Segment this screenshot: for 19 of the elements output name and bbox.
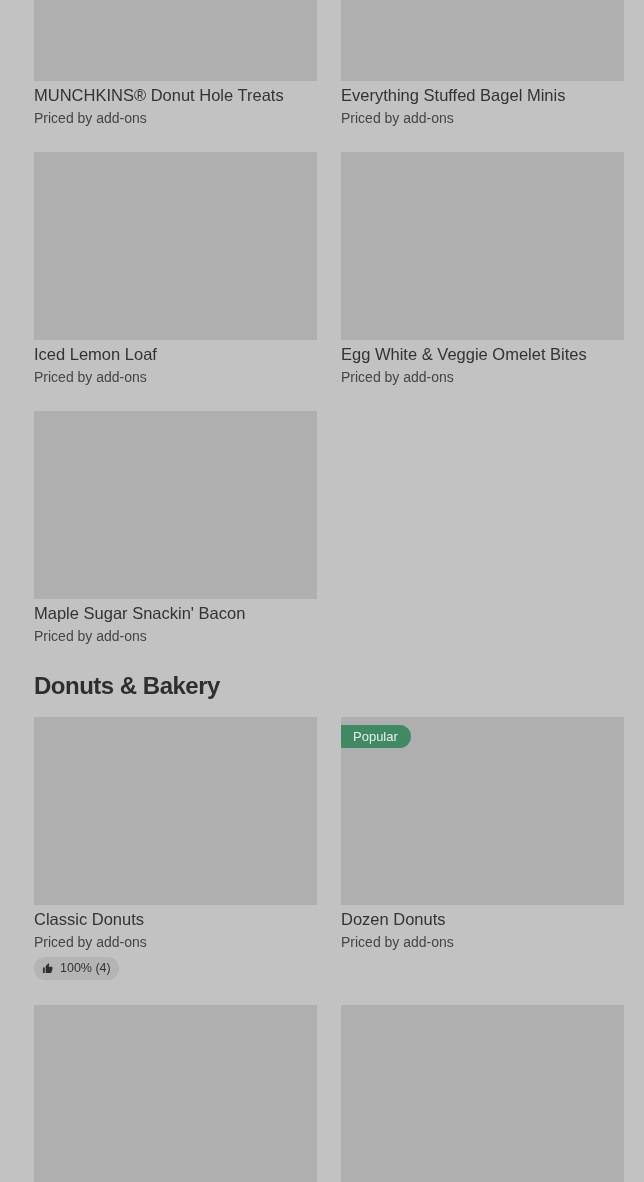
image-placeholder[interactable]: Popular [341,717,624,905]
item-price: Priced by add-ons [34,627,148,645]
item-price: Priced by add-ons [34,933,148,951]
item-title: Everything Stuffed Bagel Minis [341,85,567,105]
popular-tag: Popular [341,725,411,748]
thumbs-up-icon [42,963,53,974]
item-price: Priced by add-ons [341,109,455,127]
item-price: Priced by add-ons [34,109,148,127]
section-heading: Donuts & Bakery [34,671,221,701]
item-title: Dozen Donuts [341,909,447,929]
item-title: Egg White & Veggie Omelet Bites [341,344,588,364]
item-price: Priced by add-ons [341,933,455,951]
item-title: MUNCHKINS® Donut Hole Treats [34,85,285,105]
item-price: Priced by add-ons [34,368,148,386]
item-title: Iced Lemon Loaf [34,344,158,364]
rating-text: 100% (4) [60,960,111,978]
item-price: Priced by add-ons [341,368,455,386]
item-title: Classic Donuts [34,909,146,929]
item-title: Maple Sugar Snackin' Bacon [34,603,247,623]
